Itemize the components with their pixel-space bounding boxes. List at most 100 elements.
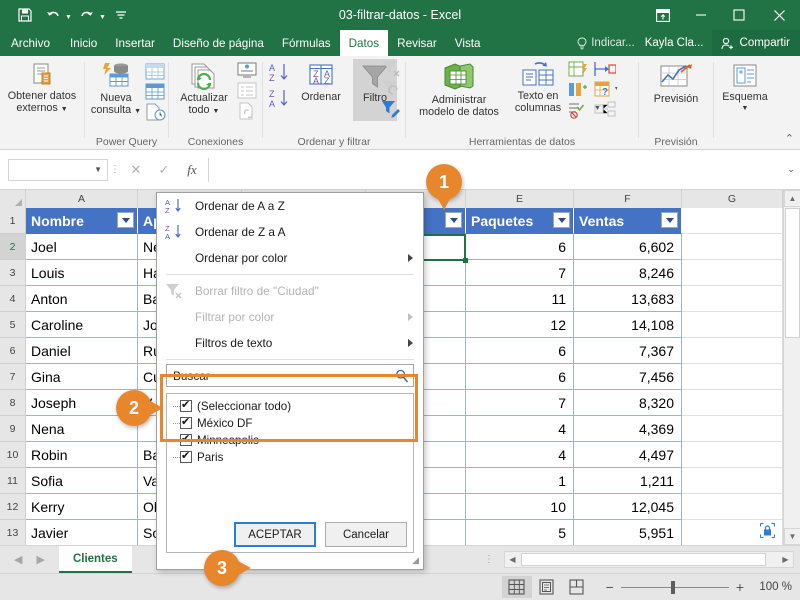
protected-lock-icon[interactable] (759, 522, 776, 539)
nueva-consulta-button[interactable]: Nueva consulta ▼ (89, 62, 143, 118)
column-header-G[interactable]: G (682, 190, 783, 208)
cell-E10[interactable]: 4 (466, 442, 574, 468)
vertical-scrollbar[interactable]: ▲ ▼ (783, 190, 800, 545)
cell-G10[interactable] (682, 442, 783, 468)
cancel-formula-icon[interactable]: ✕ (122, 158, 150, 182)
checkbox-checked-icon[interactable] (180, 415, 192, 429)
sheet-tab-clientes[interactable]: Clientes (58, 546, 132, 573)
cell-G11[interactable] (682, 468, 783, 494)
ribbon-tab-diseno-de-pagina[interactable]: Diseño de página (164, 30, 273, 56)
ribbon-tab-formulas[interactable]: Fórmulas (273, 30, 340, 56)
relleno-rapido-icon[interactable] (568, 61, 588, 79)
actualizar-todo-button[interactable]: Actualizar todo ▼ (173, 62, 235, 118)
menu-item-ordenar-z-a[interactable]: Z A Ordenar de Z a A (157, 219, 423, 245)
esquema-button[interactable]: Esquema ▼ (716, 63, 774, 115)
horizontal-scrollbar[interactable]: ◀ ▶ (504, 551, 794, 568)
cell-A6[interactable]: Daniel (26, 338, 138, 364)
share-button[interactable]: Compartir (711, 30, 800, 56)
cell-F9[interactable]: 4,369 (574, 416, 682, 442)
sort-az-icon[interactable]: A Z (268, 62, 290, 83)
scroll-down-icon[interactable]: ▼ (784, 528, 800, 545)
resize-grip-icon[interactable]: ◢ (412, 555, 419, 566)
zoom-slider[interactable] (620, 580, 729, 594)
conexiones-icon[interactable] (237, 62, 257, 79)
column-header-F[interactable]: F (574, 190, 682, 208)
cell-E9[interactable]: 4 (466, 416, 574, 442)
validacion-datos-icon[interactable]: ▼ (568, 101, 601, 119)
cell-G3[interactable] (682, 260, 783, 286)
row-header-3[interactable]: 3 (0, 260, 26, 286)
cell-A1[interactable]: Nombre (26, 208, 138, 234)
cell-E8[interactable]: 7 (466, 390, 574, 416)
consolidar-icon[interactable] (594, 61, 616, 77)
mostrar-consultas-icon[interactable] (145, 63, 165, 80)
cell-G2[interactable] (682, 234, 783, 260)
scroll-left-icon[interactable]: ◀ (505, 555, 520, 564)
cell-A11[interactable]: Sofia (26, 468, 138, 494)
ribbon-tab-datos[interactable]: Datos (339, 30, 389, 56)
cell-F8[interactable]: 8,320 (574, 390, 682, 416)
cell-G1[interactable] (682, 208, 783, 234)
minimize-icon[interactable] (682, 0, 720, 30)
collapse-ribbon-icon[interactable]: ⌃ (785, 132, 794, 145)
cell-E6[interactable]: 6 (466, 338, 574, 364)
row-header-1[interactable]: 1 (0, 208, 26, 234)
cell-F7[interactable]: 7,456 (574, 364, 682, 390)
cell-A12[interactable]: Kerry (26, 494, 138, 520)
chevron-down-icon[interactable]: ▼ (94, 165, 102, 174)
filter-search-box[interactable]: Buscar (166, 364, 414, 387)
horizontal-scroll-thumb[interactable] (521, 553, 766, 566)
cell-G4[interactable] (682, 286, 783, 312)
desde-una-tabla-icon[interactable] (145, 83, 165, 100)
cell-F1[interactable]: Ventas (574, 208, 682, 234)
ordenar-button[interactable]: Z A A Z Ordenar (294, 63, 348, 103)
customize-qat-icon[interactable] (108, 4, 134, 26)
scroll-grip[interactable]: ⋮ (484, 554, 498, 565)
prevision-button[interactable]: Previsión (643, 63, 709, 105)
scroll-right-icon[interactable]: ▶ (778, 555, 793, 564)
search-input[interactable]: Buscar (173, 369, 210, 383)
row-header-5[interactable]: 5 (0, 312, 26, 338)
zoom-slider-thumb[interactable] (670, 580, 675, 594)
ribbon-display-options-icon[interactable] (644, 0, 682, 30)
normal-view-icon[interactable] (501, 576, 532, 598)
redo-dropdown-icon[interactable]: ▼ (99, 14, 106, 21)
cell-F10[interactable]: 4,497 (574, 442, 682, 468)
undo-icon[interactable] (40, 4, 66, 26)
column-header-E[interactable]: E (466, 190, 574, 208)
vertical-scroll-thumb[interactable] (785, 208, 800, 338)
consultas-recientes-icon[interactable] (145, 103, 167, 121)
cell-G6[interactable] (682, 338, 783, 364)
row-header-11[interactable]: 11 (0, 468, 26, 494)
cell-E12[interactable]: 10 (466, 494, 574, 520)
column-header-A[interactable]: A (26, 190, 138, 208)
ribbon-tab-revisar[interactable]: Revisar (388, 30, 446, 56)
cell-E7[interactable]: 6 (466, 364, 574, 390)
cell-F4[interactable]: 13,683 (574, 286, 682, 312)
row-header-2[interactable]: 2 (0, 234, 26, 260)
analisis-hipotesis-icon[interactable]: ? (594, 81, 620, 97)
formula-input[interactable] (208, 157, 782, 182)
menu-item-ordenar-a-z[interactable]: A Z Ordenar de A a Z (157, 193, 423, 219)
texto-en-columnas-button[interactable]: Texto en columnas (510, 62, 566, 114)
cancelar-button[interactable]: Cancelar (325, 522, 407, 547)
cell-E3[interactable]: 7 (466, 260, 574, 286)
cell-E1[interactable]: Paquetes (466, 208, 574, 234)
cell-G9[interactable] (682, 416, 783, 442)
list-item-paris[interactable]: Paris (167, 449, 413, 466)
sort-za-icon[interactable]: Z A (268, 88, 290, 109)
cell-G5[interactable] (682, 312, 783, 338)
row-header-10[interactable]: 10 (0, 442, 26, 468)
row-header-6[interactable]: 6 (0, 338, 26, 364)
sheet-prev-icon[interactable]: ◀ (14, 553, 22, 566)
cell-F12[interactable]: 12,045 (574, 494, 682, 520)
row-header-9[interactable]: 9 (0, 416, 26, 442)
page-layout-view-icon[interactable] (532, 576, 562, 598)
cell-A2[interactable]: Joel (26, 234, 138, 260)
tell-me-box[interactable]: Indicar... (577, 36, 644, 50)
formula-bar-grip[interactable]: ⋮ (108, 164, 122, 175)
cell-A5[interactable]: Caroline (26, 312, 138, 338)
row-header-7[interactable]: 7 (0, 364, 26, 390)
cell-A10[interactable]: Robin (26, 442, 138, 468)
quitar-duplicados-icon[interactable] (568, 81, 588, 99)
